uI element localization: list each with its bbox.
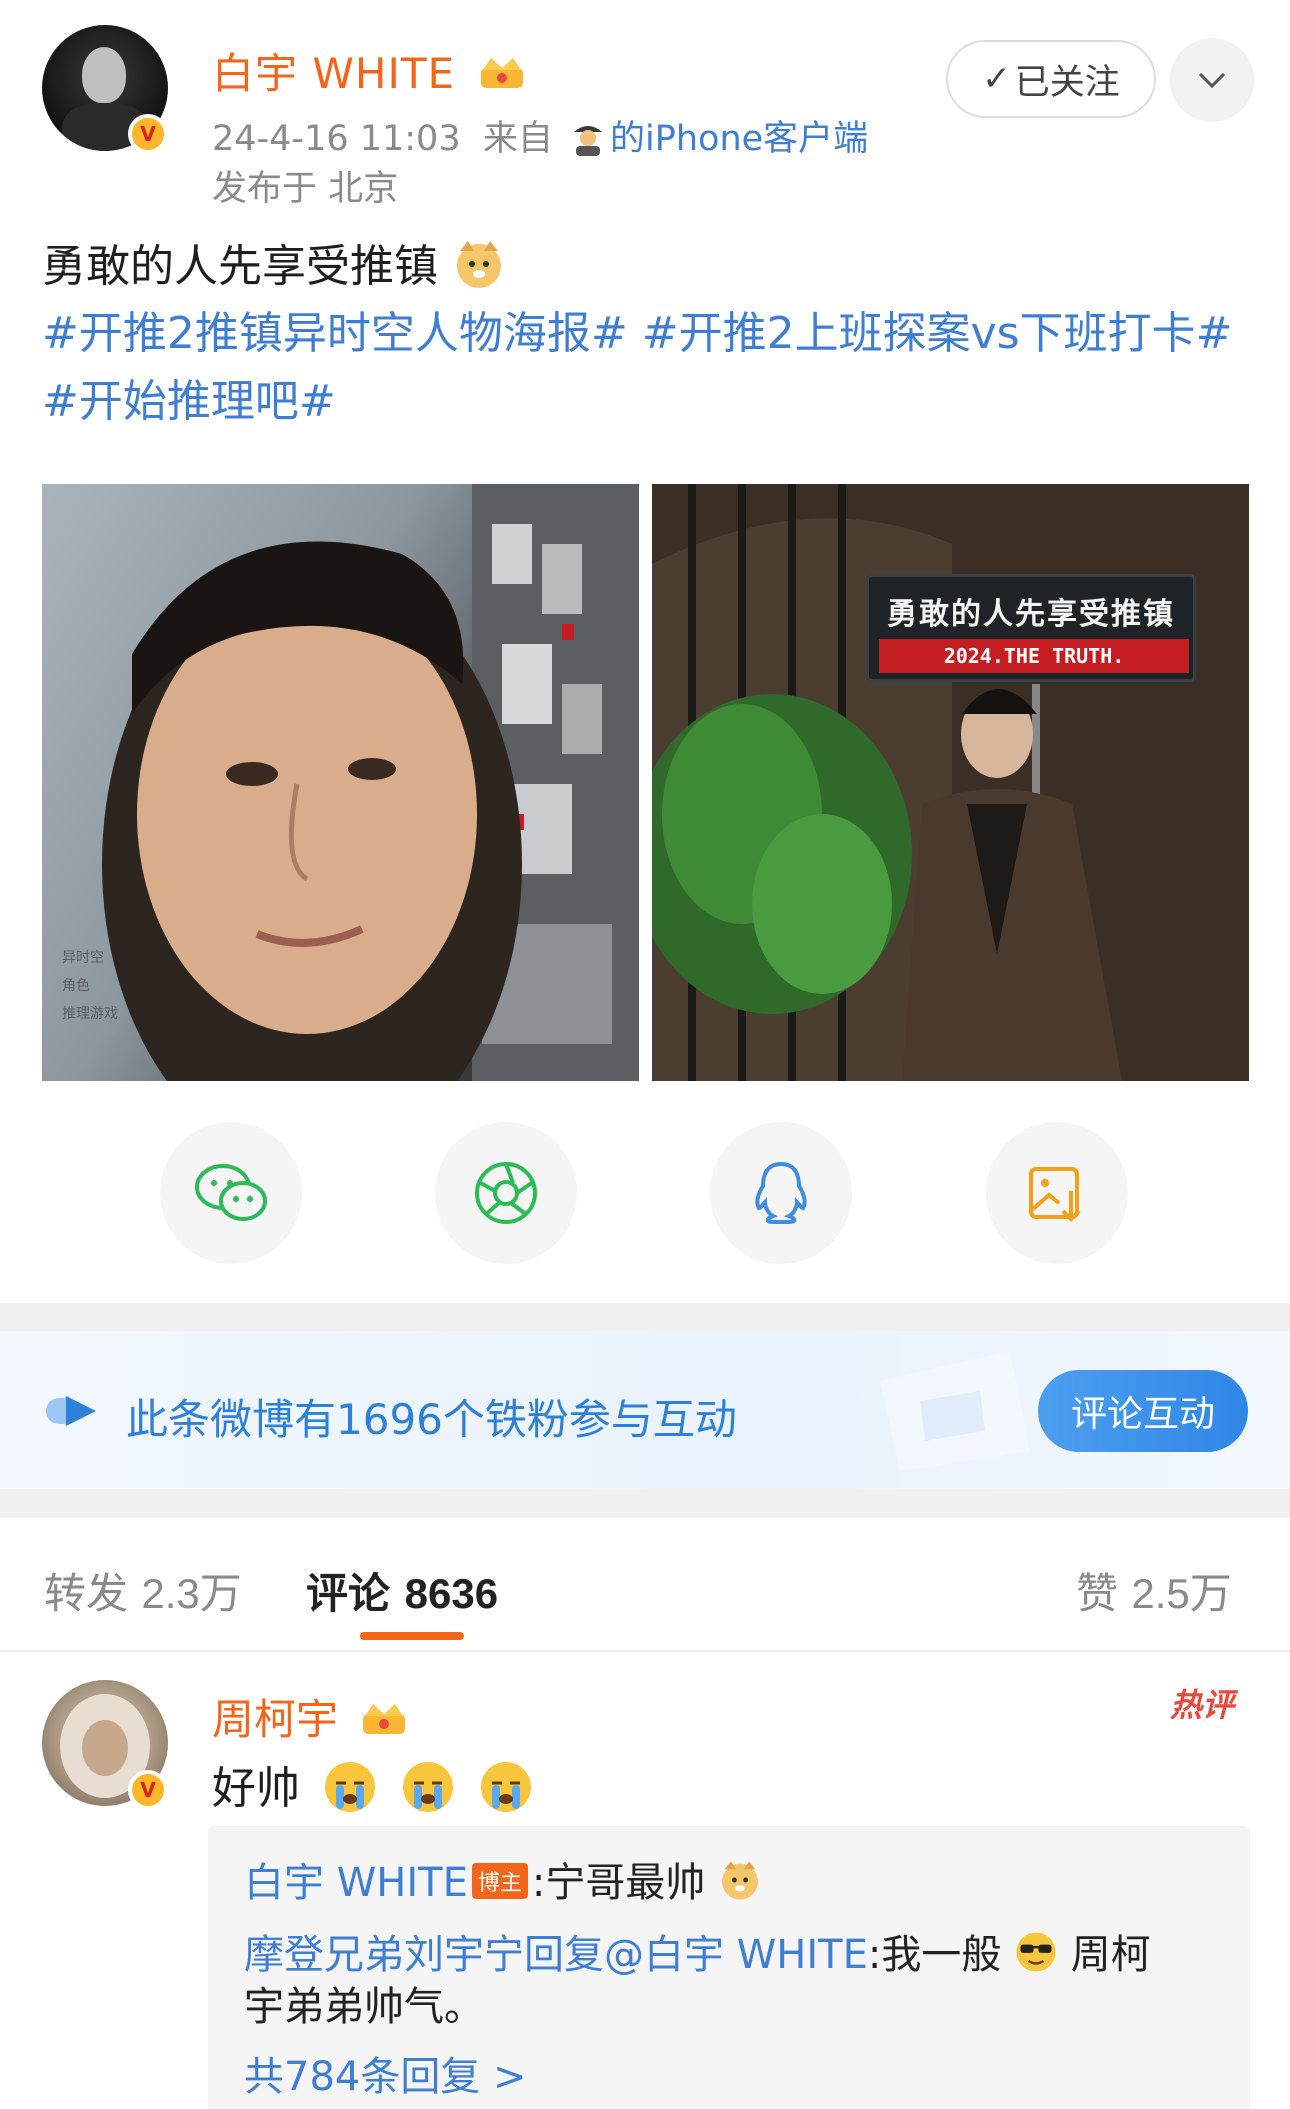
more-options-button[interactable] (1170, 38, 1254, 122)
verified-badge-icon: V (128, 1770, 168, 1810)
wechat-icon (195, 1164, 267, 1221)
crown-icon (363, 1704, 406, 1734)
save-image-button[interactable] (986, 1122, 1128, 1264)
poster-image-right[interactable]: 勇敢的人先享受推镇 2024.THE TRUTH. (652, 484, 1249, 1081)
tab-like[interactable]: 赞 2.5万 (1076, 1560, 1232, 1621)
crying-emoji-icon (481, 1762, 531, 1812)
commenter-name[interactable]: 周柯宇 (212, 1686, 409, 1747)
poster-image-left[interactable]: 异时空 角色 推理游戏 (42, 484, 639, 1081)
post-meta: 24-4-16 11:03 来自 的iPhone客户端 (212, 119, 869, 159)
crying-emoji-icon (403, 1762, 453, 1812)
poster-caption: 异时空 角色 推理游戏 (62, 950, 118, 1022)
verified-badge-icon: V (128, 114, 168, 154)
source-link[interactable]: 的iPhone客户端 (610, 119, 868, 159)
reply-author[interactable]: 白宇 WHITE (244, 1860, 468, 1906)
reply-line-2: 摩登兄弟刘宇宁回复@白宇 WHITE:我一般 周柯 (244, 1932, 1151, 1978)
post-text: 勇敢的人先享受推镇 (42, 230, 506, 294)
tab-repost[interactable]: 转发 2.3万 (44, 1560, 242, 1621)
sunglasses-emoji-icon (1016, 1932, 1056, 1972)
more-replies-link[interactable]: 共784条回复 > (244, 2044, 527, 2102)
tab-comment[interactable]: 评论 8636 (306, 1560, 498, 1621)
section-divider (0, 1489, 1290, 1517)
comment-text: 好帅 (212, 1752, 534, 1816)
banner-decor-icon (880, 1351, 1030, 1471)
share-moments-button[interactable] (435, 1122, 577, 1264)
moments-icon (475, 1162, 537, 1224)
qq-icon (755, 1161, 807, 1224)
chevron-down-icon (1198, 72, 1226, 89)
street-sign: 勇敢的人先享受推镇 2024.THE TRUTH. (866, 574, 1196, 682)
reply2-mention[interactable]: @白宇 WHITE (604, 1932, 868, 1978)
post-location: 发布于 北京 (212, 169, 399, 209)
doge-emoji-icon (722, 1861, 759, 1900)
reply-thread[interactable]: 白宇 WHITE 博主:宁哥最帅 摩登兄弟刘宇宁回复@白宇 WHITE:我一般 周… (208, 1826, 1250, 2109)
share-wechat-button[interactable] (160, 1122, 302, 1264)
crown-icon (481, 58, 524, 88)
reply-line-3: 宇弟弟帅气。 (244, 1984, 484, 2030)
blogger-badge: 博主 (471, 1863, 528, 1899)
tab-divider (0, 1650, 1290, 1652)
tab-active-indicator (360, 1632, 464, 1640)
reply-line-1: 白宇 WHITE 博主:宁哥最帅 (244, 1850, 762, 1908)
portrait-illustration (102, 484, 639, 1081)
save-image-icon (1029, 1167, 1081, 1222)
fans-interact-icon (46, 1396, 96, 1426)
reply2-user[interactable]: 摩登兄弟刘宇宁回复 (244, 1932, 604, 1978)
comment-interact-button[interactable]: 评论互动 (1038, 1370, 1248, 1452)
share-qq-button[interactable] (710, 1122, 852, 1264)
check-icon: ✓ (982, 59, 1011, 99)
post-hashtags[interactable]: #开推2推镇异时空人物海报# #开推2上班探案vs下班打卡# #开始推理吧# (42, 300, 1252, 436)
doge-emoji-icon (457, 241, 501, 288)
section-divider (0, 1303, 1290, 1331)
detective-icon (574, 126, 603, 156)
follow-button[interactable]: ✓ 已关注 (946, 40, 1156, 118)
fans-interact-text: 此条微博有1696个铁粉参与互动 (126, 1395, 737, 1444)
author-name[interactable]: 白宇 WHITE (212, 40, 527, 101)
hot-comment-badge: 热评 (1170, 1686, 1235, 1724)
crying-emoji-icon (325, 1762, 375, 1812)
